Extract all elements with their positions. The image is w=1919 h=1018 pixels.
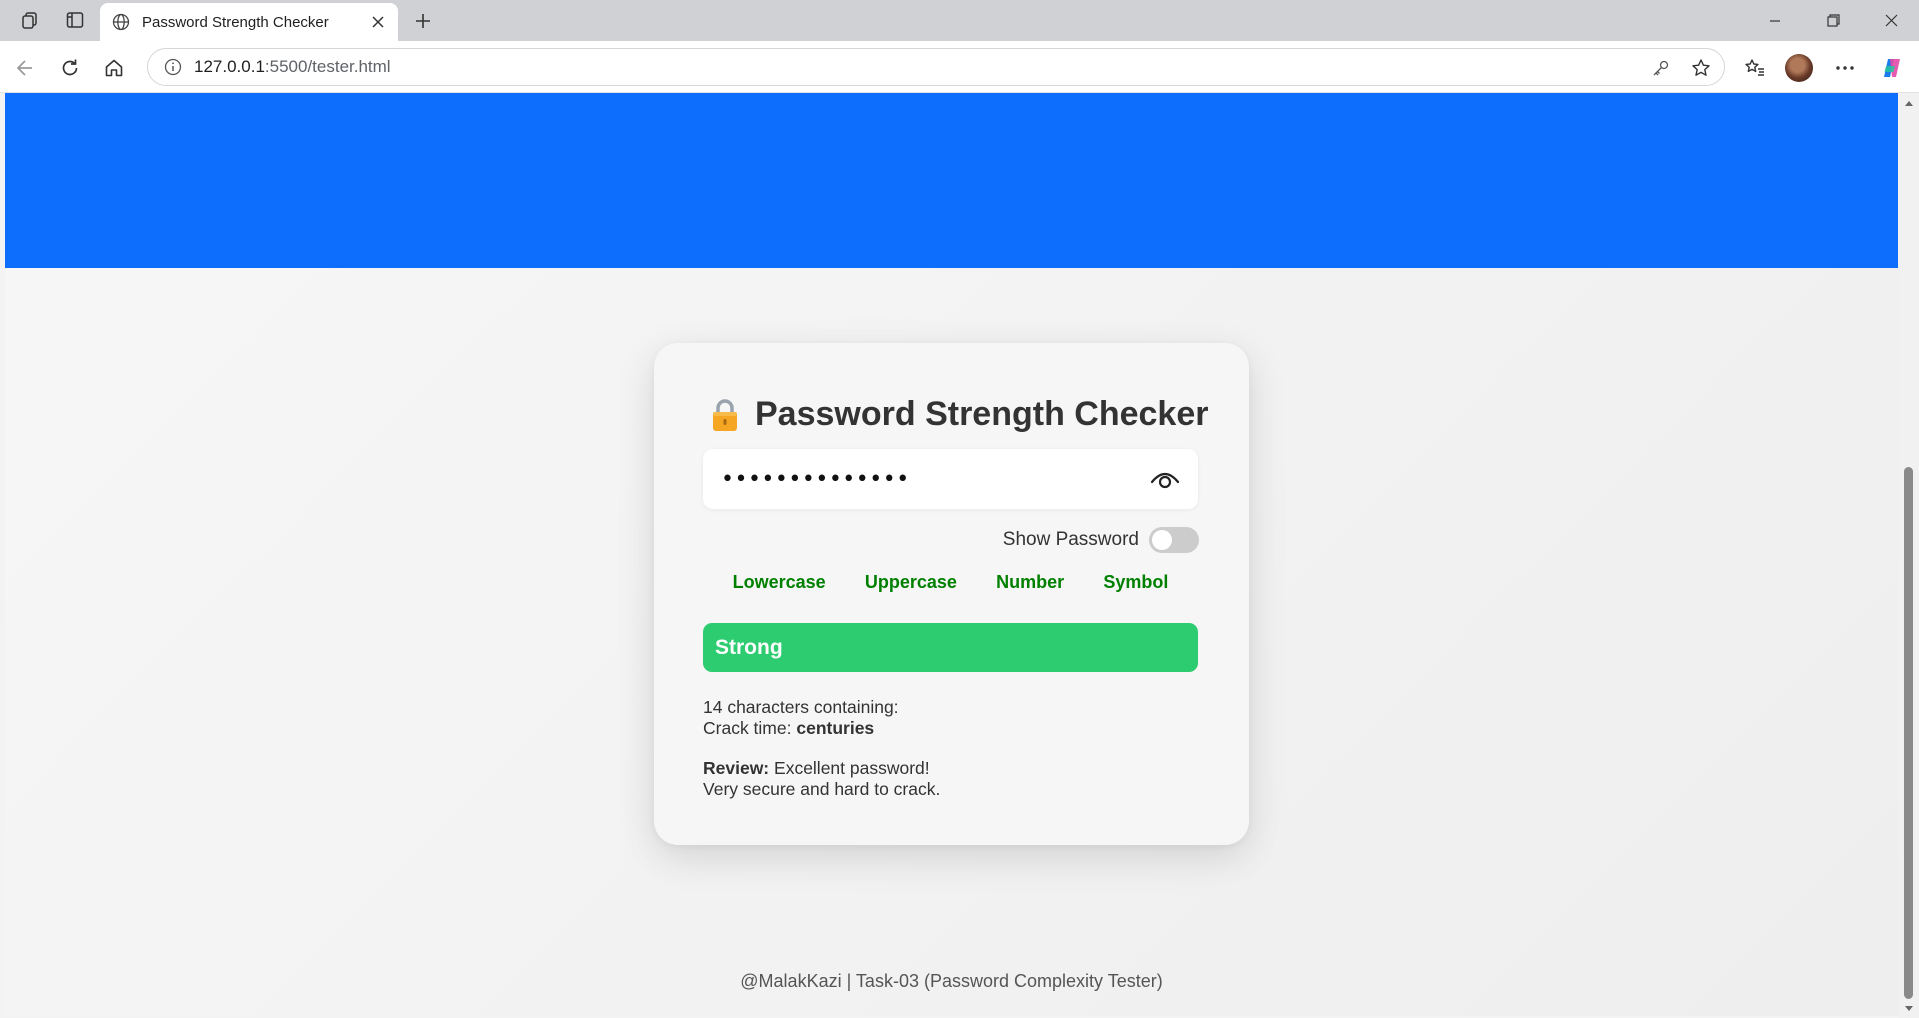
browser-toolbar: 127.0.0.1:5500/tester.html xyxy=(0,41,1919,93)
review-line-1: Review: Excellent password! xyxy=(703,758,940,779)
checker-card: Password Strength Checker ••••••••••••••… xyxy=(654,343,1249,845)
show-password-label: Show Password xyxy=(1002,529,1139,550)
strength-label: Strong xyxy=(715,635,783,659)
footer-text: @MalakKazi | Task-03 (Password Complexit… xyxy=(740,971,1163,991)
header-banner xyxy=(5,93,1898,268)
tab-title: Password Strength Checker xyxy=(142,13,329,31)
plus-icon[interactable] xyxy=(408,6,438,36)
refresh-icon[interactable] xyxy=(53,51,87,85)
workspaces-icon[interactable] xyxy=(15,7,45,33)
criteria-list: Lowercase Uppercase Number Symbol xyxy=(703,572,1198,593)
window-close-icon[interactable] xyxy=(1868,0,1914,41)
password-value[interactable]: •••••••••••••• xyxy=(721,467,1148,492)
show-password-toggle[interactable] xyxy=(1149,527,1199,553)
minimize-icon[interactable] xyxy=(1752,0,1798,41)
page-scrollbar[interactable] xyxy=(1898,93,1919,1018)
scroll-down-icon[interactable] xyxy=(1902,1002,1915,1014)
character-count: 14 characters containing: xyxy=(703,697,899,717)
criterion-symbol: Symbol xyxy=(1103,572,1169,592)
crack-time: Crack time: centuries xyxy=(703,718,899,739)
criterion-lowercase: Lowercase xyxy=(732,572,826,592)
review-block: Review: Excellent password! Very secure … xyxy=(703,758,940,800)
criterion-uppercase: Uppercase xyxy=(864,572,957,592)
browser-tab[interactable]: Password Strength Checker xyxy=(100,3,398,41)
lock-icon xyxy=(709,398,741,432)
more-icon[interactable] xyxy=(1828,51,1862,85)
globe-icon xyxy=(112,13,130,31)
criterion-number: Number xyxy=(996,572,1065,592)
toggle-knob xyxy=(1152,530,1172,550)
back-icon[interactable] xyxy=(8,51,42,85)
review-text-2: Very secure and hard to crack. xyxy=(703,779,941,799)
key-icon[interactable] xyxy=(1646,53,1676,83)
title-text: Password Strength Checker xyxy=(755,395,1209,433)
url-text: 127.0.0.1:5500/tester.html xyxy=(194,57,391,76)
home-icon[interactable] xyxy=(97,51,131,85)
crack-time-label: Crack time: xyxy=(703,718,792,738)
address-bar[interactable]: 127.0.0.1:5500/tester.html xyxy=(147,48,1725,86)
copilot-icon[interactable] xyxy=(1875,51,1909,85)
password-input[interactable]: •••••••••••••• xyxy=(703,449,1198,509)
scroll-up-icon[interactable] xyxy=(1902,97,1915,109)
show-password-row: Show Password xyxy=(1003,527,1199,553)
review-text-1: Excellent password! xyxy=(774,758,930,778)
strength-meter: Strong xyxy=(703,623,1198,672)
browser-titlebar: Password Strength Checker xyxy=(0,0,1919,41)
star-icon[interactable] xyxy=(1686,53,1716,83)
page-viewport: Password Strength Checker ••••••••••••••… xyxy=(5,93,1898,1016)
page-title: Password Strength Checker xyxy=(709,395,1208,434)
vertical-tabs-icon[interactable] xyxy=(60,7,90,33)
close-icon[interactable] xyxy=(364,8,392,36)
review-label: Review: xyxy=(703,758,770,778)
crack-time-value: centuries xyxy=(796,718,875,738)
info-icon[interactable] xyxy=(156,50,190,84)
restore-icon[interactable] xyxy=(1810,0,1856,41)
scrollbar-thumb[interactable] xyxy=(1904,467,1913,999)
password-info: 14 characters containing: Crack time: ce… xyxy=(703,697,899,739)
avatar[interactable] xyxy=(1782,51,1816,85)
favorites-icon[interactable] xyxy=(1738,51,1772,85)
eye-icon[interactable] xyxy=(1148,462,1182,496)
